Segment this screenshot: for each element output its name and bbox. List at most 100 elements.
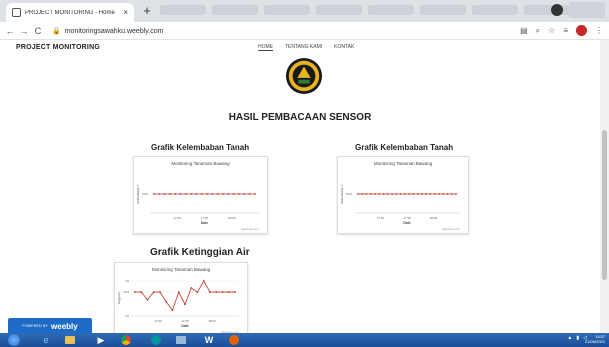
background-tab[interactable] [264,5,310,15]
nav-home[interactable]: HOME [258,44,273,51]
nav-tentang-kami[interactable]: TENTANG KAMI [285,44,322,51]
data-point [238,193,240,195]
data-point [169,193,171,195]
data-point [403,193,406,195]
data-point [202,280,205,282]
reading-list-icon[interactable]: ≡ [563,26,568,35]
y-axis-label: Kelembaban T [136,184,140,204]
site-header: PROJECT MONITORING HOME TENTANG KAMI KON… [0,40,600,58]
background-tab[interactable] [212,5,258,15]
chart-credit: Highcharts.com [442,227,460,231]
scrollbar-thumb[interactable] [602,130,607,280]
data-point [232,193,235,195]
background-tab[interactable] [316,5,362,15]
back-icon[interactable]: ← [3,26,17,36]
data-point [361,193,364,195]
windows-taskbar: e ▶ W ▲ ▮ ◁ 13:57 21/06/2021 [0,333,609,347]
background-tabs[interactable] [160,5,570,17]
data-point [438,193,440,195]
data-point [378,193,381,195]
x-tick-label: 17:30 [403,216,411,220]
y-tick-label: 50.0 [142,192,148,196]
new-tab-button[interactable]: + [139,4,155,18]
x-tick-label: 18:00 [430,216,438,220]
media-player-icon[interactable]: ▶ [95,334,107,346]
x-tick-label: 18:00 [228,216,236,220]
section-title: HASIL PEMBACAAN SENSOR [228,112,372,123]
background-tab[interactable] [524,5,570,15]
data-point [163,193,166,195]
y-tick-label: 10.5 [123,290,129,294]
screen: PROJECT MONITORING - Home × + ← → C 🔒 mo… [0,0,609,347]
x-tick-label: 17:00 [173,216,181,220]
site-nav: HOME TENTANG KAMI KONTAK [258,44,354,51]
data-point [357,193,359,195]
arduino-icon[interactable] [150,334,162,346]
file-explorer-icon[interactable] [64,334,76,346]
internet-explorer-icon[interactable]: e [40,334,52,346]
data-point [446,193,449,195]
bookmark-star-icon[interactable]: ☆ [548,26,555,35]
data-point [174,193,177,195]
reload-icon[interactable]: C [31,26,45,36]
browser-tab-active[interactable]: PROJECT MONITORING - Home × [6,3,134,22]
line-chart-kelembaban-2[interactable]: Monitoring Tanaman Bawang Kelembaban T 50.… [337,156,469,234]
tray-arrow-icon[interactable]: ▲ [567,335,572,341]
word-icon[interactable]: W [203,334,215,346]
x-axis-label: Date [181,324,188,328]
data-point [382,193,385,195]
taskbar-clock[interactable]: 13:57 21/06/2021 [585,334,605,344]
chart-title: Monitoring Tanaman Bawang [171,161,230,166]
data-point [221,291,224,293]
unknown-app-icon[interactable] [175,334,187,346]
windows-start-icon[interactable] [8,334,20,346]
data-point [179,193,182,195]
data-point [196,291,199,293]
address-bar[interactable]: 🔒 monitoringsawahku.weebly.com [52,24,512,38]
background-tab[interactable] [472,5,518,15]
background-tab[interactable] [368,5,414,15]
tab-title: PROJECT MONITORING - Home [25,9,115,16]
chart-credit: Highcharts.com [241,227,259,231]
data-point [369,193,372,195]
forward-icon[interactable]: → [17,26,31,36]
data-point [152,291,155,293]
chrome-icon[interactable] [120,334,132,346]
translate-icon[interactable]: ▤ [520,26,528,35]
data-point [416,193,419,195]
data-point [450,193,453,195]
data-point [206,193,209,195]
x-tick-label: 18:00 [208,319,216,323]
data-point [227,291,230,293]
menu-icon[interactable]: ⋮ [595,26,603,35]
chart-heading: Grafik Kelembaban Tanah [151,143,250,152]
page-scrollbar[interactable] [600,40,609,333]
data-point [254,193,256,195]
line-chart-ketinggian-air[interactable]: Monitoring Tanaman Bawang Tinggi Air 20 10.… [114,262,248,333]
background-tab[interactable] [420,5,466,15]
x-tick-label: 17:00 [377,216,385,220]
x-tick-label: 17:30 [201,216,209,220]
data-point [190,193,193,195]
profile-avatar[interactable] [576,25,587,36]
line-chart-kelembaban-1[interactable]: Monitoring Tanaman Bawang Kelembaban T 50.… [133,156,268,234]
firefox-icon[interactable] [228,334,240,346]
site-title[interactable]: PROJECT MONITORING [16,44,100,51]
window-controls[interactable] [569,2,605,18]
data-point [374,193,376,195]
close-tab-icon[interactable]: × [123,8,128,17]
chart-title: Monitoring Tanaman Bawang [152,267,211,272]
data-point [455,193,457,195]
university-emblem-icon [285,57,323,95]
data-point [386,193,389,195]
background-tab[interactable] [160,5,206,15]
nav-kontak[interactable]: KONTAK [334,44,354,51]
profile-icon[interactable] [551,4,563,16]
data-point [391,193,393,195]
weebly-badge[interactable]: POWERED BY weebly [8,318,92,333]
lock-icon: 🔒 [52,28,61,35]
zoom-icon[interactable]: ⌕ [536,26,540,36]
network-icon[interactable]: ▮ [576,335,579,341]
toolbar-icons: ▤ ⌕ ☆ ≡ ⋮ [520,25,603,36]
data-point [153,193,155,195]
